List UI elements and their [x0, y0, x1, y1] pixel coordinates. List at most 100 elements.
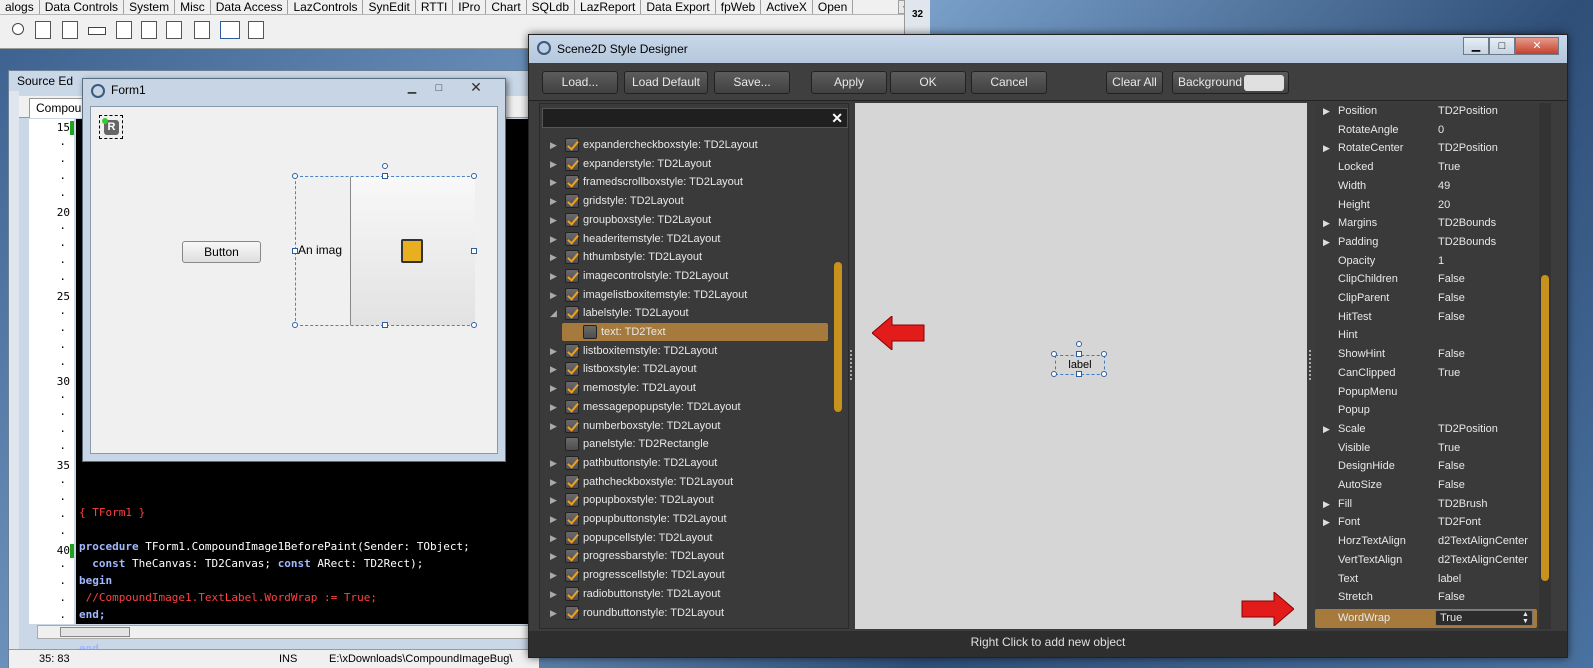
property-value[interactable]: d2TextAlignCenter — [1438, 551, 1528, 569]
expand-arrow-icon[interactable]: ▶ — [550, 585, 557, 603]
tree-item[interactable]: ▶ groupboxstyle: TD2Layout — [540, 211, 836, 229]
property-value[interactable]: TD2Font — [1438, 513, 1481, 531]
visibility-checkbox[interactable] — [565, 362, 579, 377]
expand-arrow-icon[interactable]: ▶ — [1323, 513, 1330, 531]
visibility-checkbox[interactable] — [565, 381, 579, 396]
expand-arrow-icon[interactable]: ▶ — [550, 454, 557, 472]
visibility-checkbox[interactable] — [565, 250, 579, 265]
visibility-checkbox[interactable] — [565, 194, 579, 209]
expand-arrow-icon[interactable]: ▶ — [550, 211, 557, 229]
listbox-component-icon[interactable] — [35, 21, 51, 39]
resize-handle-ml[interactable] — [292, 248, 298, 254]
visibility-checkbox[interactable] — [565, 605, 579, 620]
property-value[interactable]: True — [1438, 439, 1460, 457]
tree-item[interactable]: ▶ hthumbstyle: TD2Layout — [540, 248, 836, 266]
property-row[interactable]: Stretch False — [1315, 588, 1537, 607]
radio-component-icon[interactable] — [12, 23, 24, 35]
radiogroup-component-icon[interactable] — [141, 21, 157, 39]
load-button[interactable]: Load... — [542, 71, 618, 94]
expand-arrow-icon[interactable]: ▶ — [550, 155, 557, 173]
expand-arrow-icon[interactable]: ▶ — [1323, 420, 1330, 438]
resize-handle-tl[interactable] — [292, 173, 298, 179]
wordwrap-value-spinner[interactable]: True ▲▼ — [1435, 609, 1533, 626]
property-value[interactable]: TD2Position — [1438, 103, 1498, 120]
palette-tab[interactable]: Misc — [175, 0, 211, 14]
form-button[interactable]: Button — [182, 241, 261, 263]
minimize-button[interactable]: ▁ — [401, 81, 423, 97]
property-row[interactable]: RotateAngle 0 — [1315, 121, 1537, 140]
tree-item[interactable]: ▶ imagelistboxitemstyle: TD2Layout — [540, 286, 836, 304]
panel-component-icon[interactable] — [194, 21, 210, 39]
property-row[interactable]: AutoSize False — [1315, 476, 1537, 495]
visibility-checkbox[interactable] — [565, 437, 579, 452]
property-row-wordwrap[interactable]: WordWrap True ▲▼ — [1315, 608, 1537, 628]
palette-tab[interactable]: LazControls — [288, 0, 364, 14]
palette-tab[interactable]: Open — [813, 0, 854, 14]
visibility-checkbox[interactable] — [565, 306, 579, 321]
tree-search-input[interactable]: ✕ — [542, 108, 848, 128]
property-row[interactable]: ShowHint False — [1315, 345, 1537, 364]
label-handle-br[interactable] — [1101, 371, 1107, 377]
visibility-checkbox[interactable] — [565, 549, 579, 564]
design-canvas[interactable]: label — [855, 103, 1307, 629]
tree-item[interactable]: ▶ pathcheckboxstyle: TD2Layout — [540, 473, 836, 491]
property-row[interactable]: VertTextAlign d2TextAlignCenter — [1315, 551, 1537, 570]
expand-arrow-icon[interactable]: ▶ — [550, 267, 557, 285]
clear-all-button[interactable]: Clear All — [1106, 71, 1163, 94]
resize-handle-bm[interactable] — [382, 322, 388, 328]
property-value[interactable]: d2TextAlignCenter — [1438, 532, 1528, 550]
maximize-button[interactable]: □ — [428, 81, 450, 97]
property-value[interactable]: 1 — [1438, 252, 1444, 270]
property-value[interactable]: False — [1438, 345, 1465, 363]
tree-item[interactable]: ▶ progresscellstyle: TD2Layout — [540, 566, 836, 584]
visibility-checkbox[interactable] — [565, 474, 579, 489]
visibility-checkbox[interactable] — [565, 493, 579, 508]
expand-arrow-icon[interactable]: ▶ — [550, 286, 557, 304]
property-value[interactable]: label — [1438, 570, 1461, 588]
expand-arrow-icon[interactable]: ▶ — [550, 173, 557, 191]
property-row[interactable]: DesignHide False — [1315, 457, 1537, 476]
visibility-checkbox[interactable] — [565, 156, 579, 171]
checkgroup-component-icon[interactable] — [166, 21, 182, 39]
palette-tab[interactable]: Data Export — [641, 0, 716, 14]
visibility-checkbox[interactable] — [565, 343, 579, 358]
tree-item[interactable]: ▶ listboxitemstyle: TD2Layout — [540, 342, 836, 360]
property-value[interactable]: TD2Brush — [1438, 495, 1488, 513]
property-row[interactable]: ▶ Padding TD2Bounds — [1315, 233, 1537, 252]
palette-tab[interactable]: ActiveX — [761, 0, 813, 14]
palette-tab[interactable]: Data Access — [211, 0, 289, 14]
visibility-checkbox[interactable] — [565, 212, 579, 227]
property-row[interactable]: ▶ Margins TD2Bounds — [1315, 214, 1537, 233]
scrollbar-thumb[interactable] — [60, 627, 130, 637]
tree-item[interactable]: ▶ expanderstyle: TD2Layout — [540, 155, 836, 173]
tree-item[interactable]: ▶ popupbuttonstyle: TD2Layout — [540, 510, 836, 528]
palette-tab[interactable]: alogs — [0, 0, 40, 14]
expand-arrow-icon[interactable]: ▶ — [550, 192, 557, 210]
spinner-arrows-icon[interactable]: ▲▼ — [1522, 611, 1529, 625]
palette-tab[interactable]: RTTI — [416, 0, 454, 14]
expand-arrow-icon[interactable]: ▶ — [1323, 139, 1330, 157]
expand-arrow-icon[interactable]: ▶ — [550, 379, 557, 397]
property-value[interactable]: TD2Position — [1438, 420, 1498, 438]
resize-handle-bl[interactable] — [292, 322, 298, 328]
property-row[interactable]: ClipChildren False — [1315, 270, 1537, 289]
expand-arrow-icon[interactable]: ▶ — [550, 136, 557, 154]
expand-arrow-icon[interactable]: ▶ — [550, 604, 557, 622]
property-row[interactable]: Visible True — [1315, 439, 1537, 458]
groupbox-component-icon[interactable] — [116, 21, 132, 39]
visibility-checkbox[interactable] — [565, 455, 579, 470]
splitter-left-grip[interactable] — [850, 350, 852, 380]
tree-item[interactable]: ▶ memostyle: TD2Layout — [540, 379, 836, 397]
property-row[interactable]: PopupMenu — [1315, 383, 1537, 402]
visibility-checkbox[interactable] — [565, 399, 579, 414]
visibility-checkbox[interactable] — [565, 418, 579, 433]
tree-item[interactable]: ▶ imagecontrolstyle: TD2Layout — [540, 267, 836, 285]
palette-tab[interactable]: SQLdb — [527, 0, 576, 14]
palette-tab[interactable]: IPro — [453, 0, 487, 14]
property-row[interactable]: ClipParent False — [1315, 289, 1537, 308]
save-button[interactable]: Save... — [714, 71, 790, 94]
expand-arrow-icon[interactable]: ▶ — [550, 248, 557, 266]
property-row[interactable]: CanClipped True — [1315, 364, 1537, 383]
inspector-scrollbar[interactable] — [1539, 103, 1551, 629]
apply-button[interactable]: Apply — [811, 71, 887, 94]
